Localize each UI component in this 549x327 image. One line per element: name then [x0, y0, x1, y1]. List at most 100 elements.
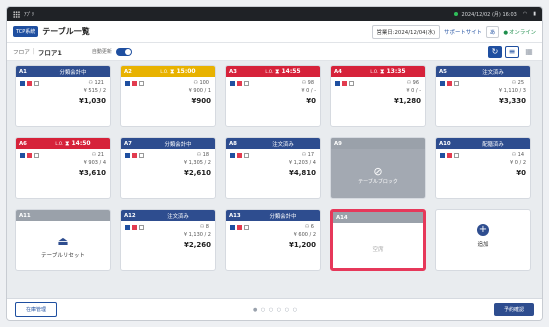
guest-count: ⚇ 100	[193, 80, 209, 86]
table-id: A2	[124, 68, 132, 75]
alert-icon	[237, 152, 242, 158]
order-icon	[125, 224, 130, 230]
note-icon	[139, 224, 144, 230]
online-dot-icon	[453, 12, 458, 16]
auto-refresh-toggle[interactable]	[115, 47, 132, 56]
floor-select[interactable]: フロア1	[38, 47, 62, 57]
table-card[interactable]: A11 ⏏ テーブルリセット	[15, 209, 111, 271]
table-id: A1	[19, 68, 27, 75]
language-select[interactable]: あ	[485, 25, 500, 38]
app-name: ｱﾌﾟﾘ	[24, 11, 35, 18]
apps-grid-icon[interactable]	[13, 10, 20, 18]
note-icon	[244, 152, 249, 158]
guest-count: ⚇ 25	[511, 80, 524, 86]
table-card[interactable]: A7 分類会計中 ⚇ 18 ¥ 1,305 / 2 ¥2,610	[120, 137, 216, 199]
grid-view-button[interactable]: ▦	[522, 46, 536, 58]
table-id: A13	[229, 212, 241, 219]
alert-icon	[447, 152, 452, 158]
floor-toolbar: フロア | フロア1 自動更新 ↻ ≡ ▦	[7, 43, 542, 61]
table-card[interactable]: A5 注文済み ⚇ 25 ¥ 1,110 / 3 ¥3,330	[435, 65, 531, 127]
guest-count: ⚇ 6	[304, 224, 314, 230]
alert-icon	[132, 80, 137, 86]
table-card[interactable]: A6 L.O. ⧗ 14:50 ⚇ 21 ¥ 903 / 4 ¥3,610	[15, 137, 111, 199]
inventory-button[interactable]: 在庫管理	[15, 302, 58, 317]
note-icon	[244, 80, 249, 86]
table-status: 注文済み	[482, 69, 504, 76]
add-icon: +	[477, 223, 489, 236]
price-detail: ¥ 1,110 / 3	[498, 88, 526, 94]
price-detail: ¥ 0 / 2	[510, 160, 526, 166]
guest-count: ⚇ 21	[91, 152, 104, 158]
table-status: 分類会計中	[269, 213, 297, 220]
guest-count: ⚇ 121	[88, 80, 104, 86]
table-total: ¥0	[516, 169, 526, 177]
grid-view-icon: ▦	[525, 47, 533, 56]
table-total: ¥1,030	[78, 97, 106, 105]
note-icon	[139, 80, 144, 86]
price-detail: ¥ 0 / -	[406, 88, 421, 94]
table-card[interactable]: A12 注文済み ⚇ 8 ¥ 1,130 / 2 ¥2,260	[120, 209, 216, 271]
block-icon: ⊘	[373, 164, 383, 178]
battery-icon: ▮	[533, 11, 536, 17]
tablet-screen: ｱﾌﾟﾘ 2024/12/02 (月) 16:03 ◠ ▮ TCP系統 テーブル…	[6, 6, 543, 321]
list-view-button[interactable]: ≡	[505, 45, 519, 58]
app-header: TCP系統 テーブル一覧 営業日:2024/12/04(水) サポートサイト あ…	[7, 21, 542, 43]
table-card[interactable]: A9 ⊘ テーブルブロック	[330, 137, 426, 199]
table-id: A11	[19, 212, 31, 219]
table-card[interactable]: A3 L.O. ⧗ 14:55 ⚇ 98 ¥ 0 / - ¥0	[225, 65, 321, 127]
note-icon	[454, 152, 459, 158]
table-grid: A1 分類会計中 ⚇ 121 ¥ 515 / 2 ¥1,030 A2 L.O. ⧗ 15:00…	[15, 65, 536, 297]
support-site-link[interactable]: サポートサイト	[444, 28, 482, 36]
guest-count: ⚇ 18	[196, 152, 209, 158]
table-card[interactable]: A13 分類会計中 ⚇ 6 ¥ 600 / 2 ¥1,200	[225, 209, 321, 271]
price-detail: ¥ 0 / -	[301, 88, 316, 94]
page-indicator[interactable]: ● ○ ○ ○ ○ ○	[57, 307, 494, 313]
table-total: ¥1,200	[288, 241, 316, 249]
price-detail: ¥ 515 / 2	[83, 88, 106, 94]
table-id: A5	[439, 68, 447, 75]
alert-icon	[27, 80, 32, 86]
table-status: 注文済み	[167, 213, 189, 220]
table-total: ¥0	[306, 97, 316, 105]
order-icon	[20, 152, 25, 158]
alert-icon	[447, 80, 452, 86]
guest-count: ⚇ 17	[301, 152, 314, 158]
table-status: 分類会計中	[164, 141, 192, 148]
table-card[interactable]: A14 空席	[330, 209, 426, 271]
table-card[interactable]: A2 L.O. ⧗ 15:00 ⚇ 100 ¥ 900 / 1 ¥900	[120, 65, 216, 127]
price-detail: ¥ 1,203 / 4	[288, 160, 316, 166]
order-icon	[440, 80, 445, 86]
order-icon	[230, 80, 235, 86]
alert-icon	[132, 152, 137, 158]
price-detail: ¥ 1,305 / 2	[183, 160, 211, 166]
table-card[interactable]: A8 注文済み ⚇ 17 ¥ 1,203 / 4 ¥4,810	[225, 137, 321, 199]
guest-count: ⚇ 14	[511, 152, 524, 158]
timer-value: 14:50	[71, 139, 91, 147]
brand-badge: TCP系統	[13, 26, 39, 37]
table-card[interactable]: A10 配膳済み ⚇ 14 ¥ 0 / 2 ¥0	[435, 137, 531, 199]
footer-bar: 在庫管理 ● ○ ○ ○ ○ ○ 予約確認	[7, 298, 542, 320]
timer-value: 13:35	[386, 67, 406, 75]
order-icon	[335, 80, 340, 86]
system-status-bar: ｱﾌﾟﾘ 2024/12/02 (月) 16:03 ◠ ▮	[7, 7, 542, 21]
list-view-icon: ≡	[508, 47, 516, 56]
guest-count: ⚇ 98	[301, 80, 314, 86]
table-id: A12	[124, 212, 136, 219]
price-detail: ¥ 903 / 4	[83, 160, 106, 166]
order-icon	[20, 80, 25, 86]
wifi-icon: ◠	[522, 11, 528, 17]
table-card[interactable]: A1 分類会計中 ⚇ 121 ¥ 515 / 2 ¥1,030	[15, 65, 111, 127]
table-total: ¥3,330	[498, 97, 526, 105]
refresh-button[interactable]: ↻	[488, 45, 502, 58]
table-card[interactable]: A4 L.O. ⧗ 13:35 ⚇ 96 ¥ 0 / - ¥1,280	[330, 65, 426, 127]
note-icon	[34, 80, 39, 86]
block-label: テーブルブロック	[358, 178, 398, 185]
table-status: 注文済み	[272, 141, 294, 148]
table-card[interactable]: + 追加	[435, 209, 531, 271]
reservation-button[interactable]: 予約確認	[493, 303, 534, 316]
table-id: A6	[19, 140, 27, 147]
alert-icon	[237, 224, 242, 230]
add-table-label: 追加	[477, 241, 489, 248]
price-detail: ¥ 600 / 2	[293, 232, 316, 238]
order-icon	[440, 152, 445, 158]
